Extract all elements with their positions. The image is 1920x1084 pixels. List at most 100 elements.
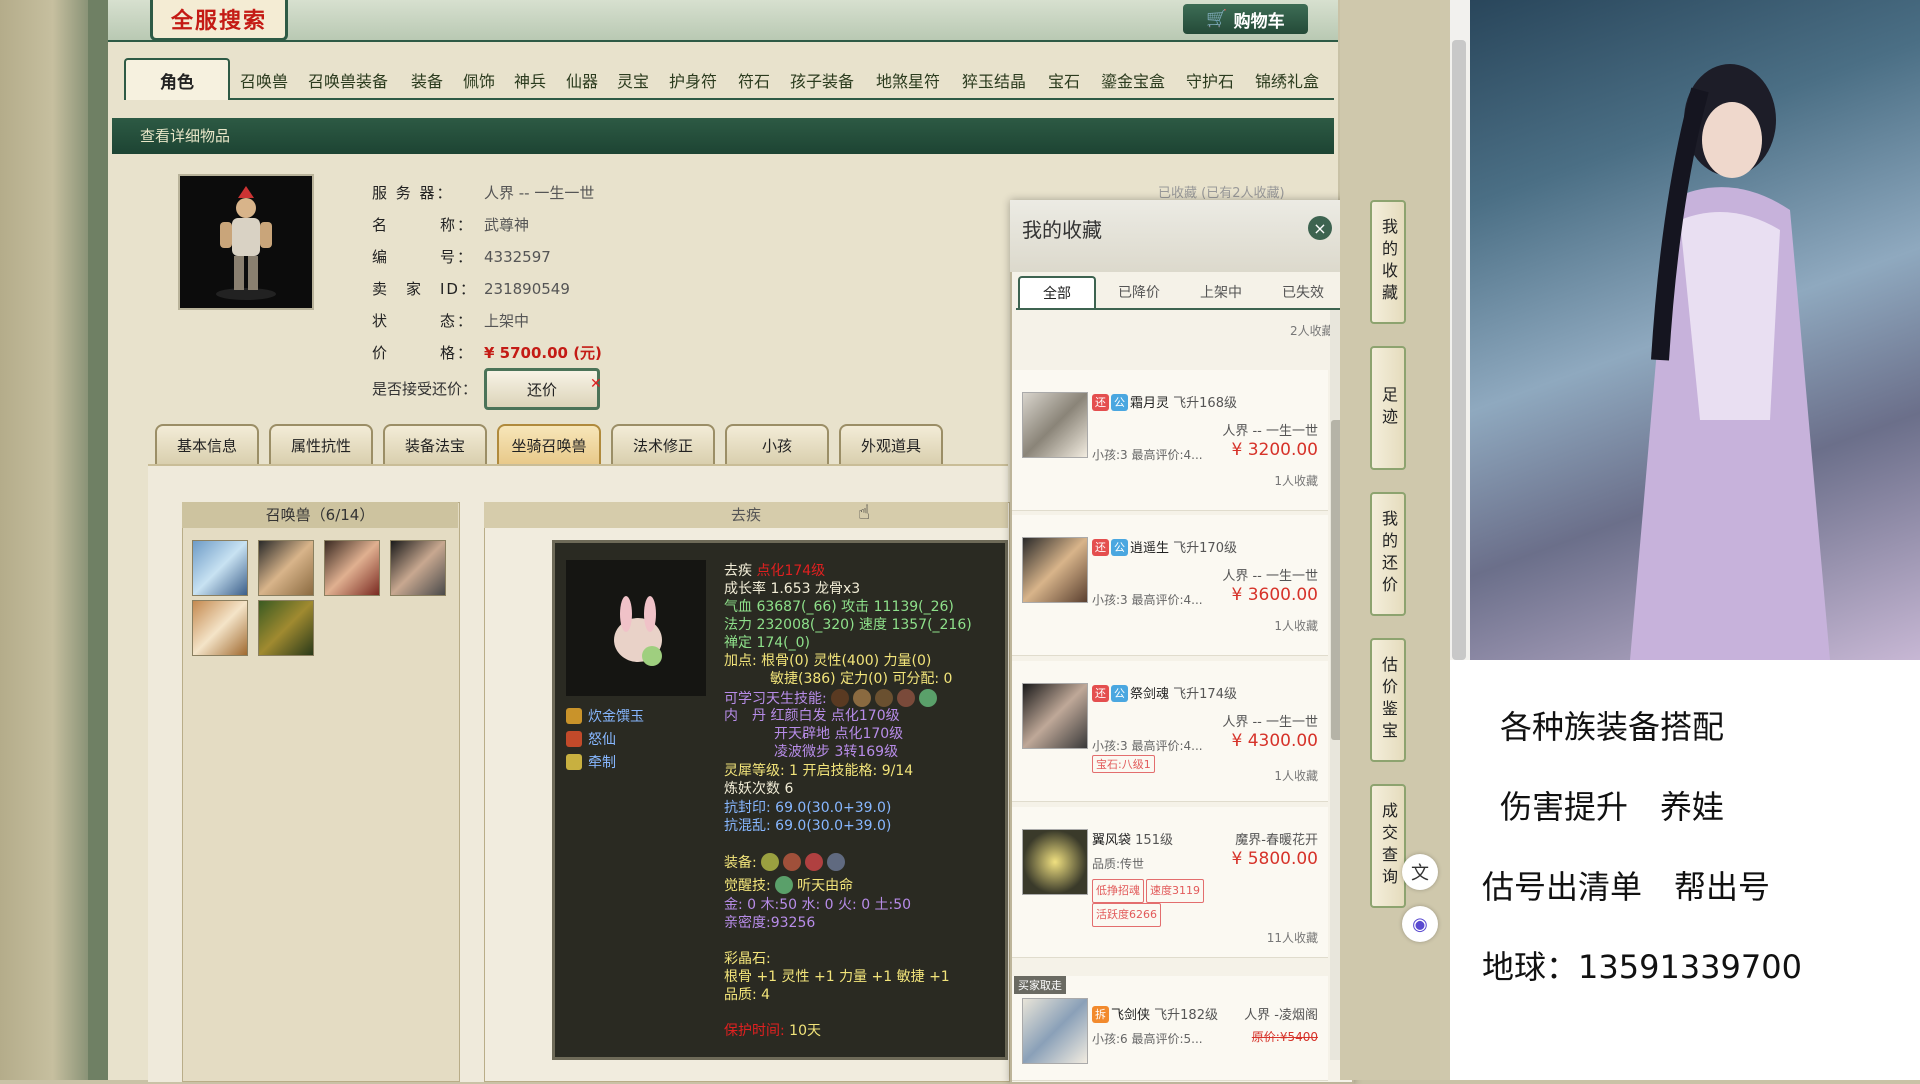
- fav-item-server: 人界 -- 一生一世: [1222, 569, 1318, 584]
- pet-calm: 禅定 174(_0): [724, 635, 811, 651]
- pet-awaken: 觉醒技: 听天由命: [724, 876, 854, 894]
- equip-icon: [783, 853, 802, 871]
- favorited-note[interactable]: 已收藏 (已有2人收藏): [1158, 182, 1285, 201]
- fav-item-kid: 小孩:3 最高评价:4...: [1092, 448, 1203, 462]
- return-icon: 还: [1092, 539, 1109, 556]
- id-row: 编 号： 4332597: [372, 248, 551, 266]
- fav-item-tags: 低挣招魂 速度3119活跃度6266: [1092, 879, 1242, 927]
- fav-item-name: 翼风袋 151级: [1092, 833, 1173, 848]
- category-tab[interactable]: 宝石: [1048, 68, 1080, 92]
- site-logo[interactable]: 全服搜索: [150, 0, 288, 41]
- fav-item[interactable]: 还公逍遥生 飞升170级 人界 -- 一生一世 小孩:3 最高评价:4... ¥…: [1012, 515, 1328, 656]
- fav-item[interactable]: 还公祭剑魂 飞升174级 人界 -- 一生一世 小孩:3 最高评价:4... ¥…: [1012, 661, 1328, 802]
- id-value: 4332597: [484, 248, 551, 266]
- fav-item[interactable]: 还公霜月灵 飞升168级 人界 -- 一生一世 小孩:3 最高评价:4... ¥…: [1012, 370, 1328, 511]
- pet-name-line: 去疾 点化174级: [724, 563, 826, 579]
- fav-item-server: 人界 -- 一生一世: [1222, 715, 1318, 730]
- fav-tab-reduced[interactable]: 已降价: [1100, 276, 1178, 308]
- tab-kids[interactable]: 小孩: [725, 424, 829, 464]
- category-tab[interactable]: 召唤兽: [240, 68, 288, 92]
- fav-tab-onsale[interactable]: 上架中: [1182, 276, 1260, 308]
- category-tab[interactable]: 守护石: [1186, 68, 1234, 92]
- fav-item-price: ¥ 5800.00: [1231, 849, 1318, 869]
- pet-spirit: 灵犀等级: 1 开启技能格: 9/14: [724, 763, 914, 779]
- pet-protect: 保护时间: 10天: [724, 1023, 821, 1039]
- category-tab[interactable]: 召唤兽装备: [308, 68, 388, 92]
- fav-item-kid: 小孩:3 最高评价:4...: [1092, 739, 1203, 753]
- cart-icon: 🛒: [1206, 9, 1228, 29]
- tab-basic-info[interactable]: 基本信息: [155, 424, 259, 464]
- avatar: [1022, 829, 1088, 895]
- category-tab[interactable]: 锦绣礼盒: [1255, 68, 1319, 92]
- assistant-icon[interactable]: ◉: [1402, 906, 1438, 942]
- tab-attributes[interactable]: 属性抗性: [269, 424, 373, 464]
- detail-tabs: 基本信息 属性抗性 装备法宝 坐骑召唤兽 法术修正 小孩 外观道具: [155, 424, 955, 464]
- tab-mounts-pets[interactable]: 坐骑召唤兽: [497, 424, 601, 464]
- nav-footprint[interactable]: 足迹: [1370, 346, 1406, 470]
- pet-skill[interactable]: 怒仙: [566, 729, 616, 749]
- pet-figure: [614, 596, 662, 666]
- fav-item-price: ¥ 3600.00: [1231, 585, 1318, 605]
- category-tab[interactable]: 护身符: [669, 68, 717, 92]
- nav-appraisal[interactable]: 估价鉴宝: [1370, 638, 1406, 762]
- category-tab[interactable]: 神兵: [514, 68, 546, 92]
- close-x-icon: ✕: [590, 376, 602, 392]
- cart-button[interactable]: 🛒 购物车: [1183, 4, 1308, 34]
- fav-tab-expired[interactable]: 已失效: [1264, 276, 1342, 308]
- category-tab[interactable]: 鎏金宝盒: [1101, 68, 1165, 92]
- nav-trade-history[interactable]: 成交查询: [1370, 784, 1406, 908]
- pet-inner: 开天辟地 点化170级: [774, 726, 904, 742]
- pet-elements: 金: 0 木:50 水: 0 火: 0 土:50: [724, 897, 912, 913]
- category-tab[interactable]: 猝玉结晶: [962, 68, 1026, 92]
- pet-skill[interactable]: 牵制: [566, 752, 616, 772]
- pet-points: 敏捷(386) 定力(0) 可分配: 0: [770, 671, 953, 687]
- category-tab[interactable]: 佩饰: [463, 68, 495, 92]
- pet-hp: 气血 63687(_66) 攻击 11139(_26): [724, 599, 954, 615]
- fav-item-count: 1人收藏: [1274, 474, 1318, 488]
- tab-equipment[interactable]: 装备法宝: [383, 424, 487, 464]
- nav-my-favorites[interactable]: 我的收藏: [1370, 200, 1406, 324]
- pets-title: 召唤兽（6/14）: [182, 502, 458, 528]
- skill-icon: [566, 731, 582, 747]
- tab-spells[interactable]: 法术修正: [611, 424, 715, 464]
- fav-item-count: 11人收藏: [1266, 931, 1318, 945]
- server-value: 人界 -- 一生一世: [484, 184, 595, 202]
- nav-my-bargains[interactable]: 我的还价: [1370, 492, 1406, 616]
- pet-thumb[interactable]: [258, 600, 314, 656]
- category-tab-role[interactable]: 角色: [124, 58, 230, 100]
- character-figure: [216, 186, 276, 300]
- close-icon[interactable]: ×: [1308, 216, 1332, 240]
- category-tab[interactable]: 装备: [411, 68, 443, 92]
- category-tab[interactable]: 孩子装备: [790, 68, 854, 92]
- fav-tab-all[interactable]: 全部: [1018, 276, 1096, 308]
- equip-icon: [761, 853, 780, 871]
- fav-item[interactable]: 翼风袋 151级 魔界-春暖花开 品质:传世 ¥ 5800.00 低挣招魂 速度3…: [1012, 807, 1328, 958]
- page-scrollbar[interactable]: [1452, 40, 1466, 660]
- pet-inner: 内 丹 红颜白发 点化170级: [724, 708, 900, 724]
- pet-thumb[interactable]: [192, 540, 248, 596]
- pet-thumb[interactable]: [324, 540, 380, 596]
- awaken-icon: [775, 876, 794, 894]
- pet-refine: 炼妖次数 6: [724, 781, 794, 797]
- pet-thumb[interactable]: [258, 540, 314, 596]
- left-border: [88, 0, 108, 1080]
- fav-item-tag: 宝石:八级1: [1092, 755, 1157, 773]
- bargain-row: 是否接受还价：: [372, 380, 478, 398]
- split-icon: 拆: [1092, 1006, 1109, 1023]
- fav-item-server: 人界 -- 一生一世: [1222, 424, 1318, 439]
- pet-thumb[interactable]: [390, 540, 446, 596]
- category-tab[interactable]: 地煞星符: [876, 68, 940, 92]
- fav-item[interactable]: 买家取走 拆飞剑侠 飞升182级 人界 -凌烟阁 小孩:6 最高评价:5... …: [1012, 976, 1328, 1081]
- category-tab[interactable]: 仙器: [566, 68, 598, 92]
- category-tab[interactable]: 符石: [738, 68, 770, 92]
- pet-thumb[interactable]: [192, 600, 248, 656]
- fav-item-name: 还公祭剑魂 飞升174级: [1092, 683, 1237, 702]
- translate-icon[interactable]: 文: [1402, 854, 1438, 890]
- equip-icon: [827, 853, 846, 871]
- avatar: [1022, 537, 1088, 603]
- category-tab[interactable]: 灵宝: [617, 68, 649, 92]
- pet-skill[interactable]: 炊金馔玉: [566, 706, 644, 726]
- fav-item-server: 人界 -凌烟阁: [1244, 1008, 1318, 1023]
- bargain-button[interactable]: 还价: [484, 368, 600, 410]
- tab-appearance[interactable]: 外观道具: [839, 424, 943, 464]
